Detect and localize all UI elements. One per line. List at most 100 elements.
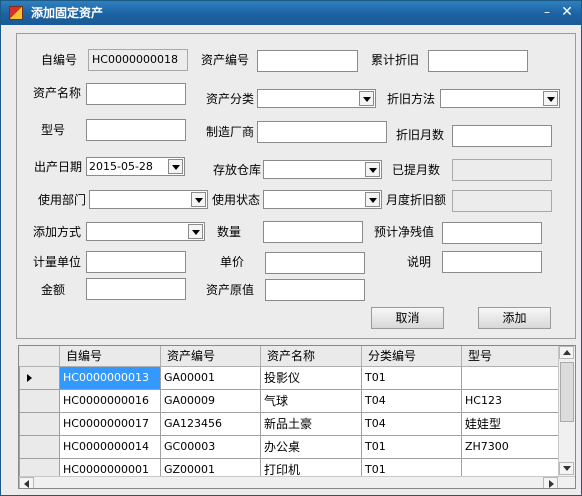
asset-grid[interactable]: 自编号 资产编号 资产名称 分类编号 型号 HC0000000013 GA000… bbox=[18, 345, 576, 489]
title-bar: 添加固定资产 – ✕ bbox=[1, 1, 581, 25]
asset-table: 自编号 资产编号 资产名称 分类编号 型号 HC0000000013 GA000… bbox=[19, 346, 562, 482]
auto-id-field: HC0000000018 bbox=[88, 49, 188, 71]
asset-name-label: 资产名称 bbox=[33, 86, 82, 100]
column-header[interactable]: 自编号 bbox=[59, 346, 161, 367]
table-cell[interactable]: 娃娃型 bbox=[461, 411, 562, 436]
window: 添加固定资产 – ✕ 自编号 HC0000000018 资产编号 累计折旧 资产… bbox=[0, 0, 582, 496]
scroll-up-icon[interactable] bbox=[559, 346, 574, 359]
unit-label: 计量单位 bbox=[33, 255, 82, 269]
asset-category-label: 资产分类 bbox=[206, 92, 255, 106]
horizontal-scrollbar[interactable] bbox=[19, 476, 575, 488]
depr-method-label: 折旧方法 bbox=[387, 92, 436, 106]
minimize-button[interactable]: – bbox=[537, 3, 557, 21]
months-accrued-field bbox=[452, 159, 552, 181]
manufacturer-label: 制造厂商 bbox=[206, 125, 255, 139]
table-cell[interactable]: HC0000000017 bbox=[59, 411, 161, 436]
table-cell[interactable]: 投影仪 bbox=[260, 365, 362, 390]
dropdown-arrow-icon[interactable] bbox=[188, 224, 203, 239]
grid-header-row: 自编号 资产编号 资产名称 分类编号 型号 bbox=[19, 346, 562, 367]
est-residual-input[interactable] bbox=[442, 222, 542, 244]
prod-date-picker[interactable]: 2015-05-28 bbox=[86, 157, 185, 176]
asset-name-input[interactable] bbox=[86, 83, 186, 105]
unit-price-input[interactable] bbox=[265, 252, 365, 274]
amount-label: 金额 bbox=[41, 283, 66, 297]
amount-input[interactable] bbox=[86, 278, 186, 300]
remark-input[interactable] bbox=[442, 251, 542, 273]
table-cell[interactable]: 新品土豪 bbox=[260, 411, 362, 436]
depr-months-label: 折旧月数 bbox=[396, 128, 445, 142]
vertical-scrollbar[interactable] bbox=[558, 346, 575, 476]
table-cell[interactable]: 办公桌 bbox=[260, 434, 362, 459]
warehouse-label: 存放仓库 bbox=[213, 163, 262, 177]
table-row[interactable]: HC0000000013 GA00001 投影仪 T01 bbox=[19, 365, 562, 390]
original-value-input[interactable] bbox=[265, 279, 365, 301]
department-select[interactable] bbox=[89, 190, 208, 209]
months-accrued-label: 已提月数 bbox=[392, 163, 441, 177]
row-header[interactable] bbox=[19, 388, 60, 413]
add-button[interactable]: 添加 bbox=[478, 307, 551, 329]
warehouse-select[interactable] bbox=[263, 160, 382, 179]
table-cell[interactable]: HC0000000013 bbox=[59, 365, 161, 390]
table-cell[interactable]: GA00009 bbox=[160, 388, 261, 413]
table-cell[interactable]: T01 bbox=[361, 365, 462, 390]
scroll-left-icon[interactable] bbox=[19, 477, 34, 488]
table-cell[interactable]: GA123456 bbox=[160, 411, 261, 436]
table-row[interactable]: HC0000000017 GA123456 新品土豪 T04 娃娃型 bbox=[19, 411, 562, 436]
close-button[interactable]: ✕ bbox=[557, 3, 577, 21]
depr-months-input[interactable] bbox=[452, 125, 552, 147]
table-cell[interactable] bbox=[461, 365, 562, 390]
scroll-down-icon[interactable] bbox=[559, 462, 574, 475]
asset-category-select[interactable] bbox=[257, 89, 376, 108]
remark-label: 说明 bbox=[407, 255, 432, 269]
depr-method-select[interactable] bbox=[440, 89, 560, 108]
add-method-select[interactable] bbox=[86, 222, 205, 241]
cancel-button[interactable]: 取消 bbox=[371, 307, 444, 329]
row-header-corner bbox=[19, 346, 60, 367]
row-header[interactable] bbox=[19, 434, 60, 459]
unit-input[interactable] bbox=[86, 251, 186, 273]
prod-date-label: 出产日期 bbox=[34, 160, 83, 174]
table-cell[interactable]: GC00003 bbox=[160, 434, 261, 459]
dropdown-arrow-icon[interactable] bbox=[543, 91, 558, 106]
table-cell[interactable]: HC0000000014 bbox=[59, 434, 161, 459]
add-method-label: 添加方式 bbox=[33, 225, 82, 239]
use-status-select[interactable] bbox=[263, 190, 382, 209]
table-cell[interactable]: HC123 bbox=[461, 388, 562, 413]
column-header[interactable]: 分类编号 bbox=[361, 346, 462, 367]
model-input[interactable] bbox=[86, 119, 186, 141]
scroll-right-icon[interactable] bbox=[543, 477, 558, 488]
table-row[interactable]: HC0000000016 GA00009 气球 T04 HC123 bbox=[19, 388, 562, 413]
column-header[interactable]: 型号 bbox=[461, 346, 562, 367]
unit-price-label: 单价 bbox=[220, 255, 245, 269]
table-cell[interactable]: T04 bbox=[361, 388, 462, 413]
prod-date-value: 2015-05-28 bbox=[89, 160, 153, 173]
monthly-depr-field bbox=[452, 190, 552, 212]
quantity-input[interactable] bbox=[263, 221, 363, 243]
dropdown-arrow-icon[interactable] bbox=[168, 159, 183, 174]
table-cell[interactable]: T04 bbox=[361, 411, 462, 436]
table-cell[interactable]: T01 bbox=[361, 434, 462, 459]
asset-code-label: 资产编号 bbox=[201, 53, 250, 67]
department-label: 使用部门 bbox=[38, 193, 87, 207]
column-header[interactable]: 资产编号 bbox=[160, 346, 261, 367]
accum-depr-input[interactable] bbox=[428, 50, 528, 72]
dropdown-arrow-icon[interactable] bbox=[365, 192, 380, 207]
dropdown-arrow-icon[interactable] bbox=[191, 192, 206, 207]
table-row[interactable]: HC0000000014 GC00003 办公桌 T01 ZH7300 bbox=[19, 434, 562, 459]
asset-code-input[interactable] bbox=[257, 50, 358, 72]
table-cell[interactable]: GA00001 bbox=[160, 365, 261, 390]
row-header[interactable] bbox=[19, 365, 60, 390]
model-label: 型号 bbox=[41, 123, 66, 137]
manufacturer-input[interactable] bbox=[257, 121, 387, 143]
table-cell[interactable]: ZH7300 bbox=[461, 434, 562, 459]
window-title: 添加固定资产 bbox=[31, 6, 104, 20]
table-cell[interactable]: 气球 bbox=[260, 388, 362, 413]
original-value-label: 资产原值 bbox=[206, 283, 255, 297]
quantity-label: 数量 bbox=[217, 225, 242, 239]
column-header[interactable]: 资产名称 bbox=[260, 346, 362, 367]
dropdown-arrow-icon[interactable] bbox=[359, 91, 374, 106]
table-cell[interactable]: HC0000000016 bbox=[59, 388, 161, 413]
dropdown-arrow-icon[interactable] bbox=[365, 162, 380, 177]
scrollbar-thumb[interactable] bbox=[560, 362, 574, 422]
row-header[interactable] bbox=[19, 411, 60, 436]
